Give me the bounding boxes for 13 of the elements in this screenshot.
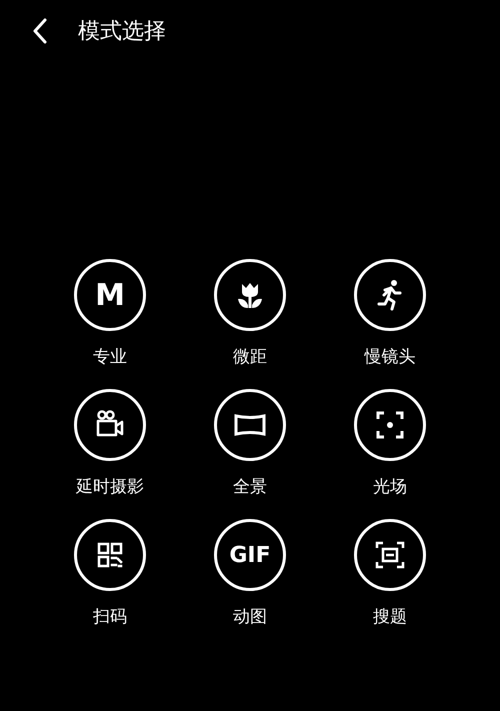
mode-label: 扫码 (93, 606, 127, 628)
back-icon[interactable] (32, 18, 48, 44)
mode-label: 动图 (233, 606, 267, 628)
mode-label: 搜题 (373, 606, 407, 628)
mode-label: 光场 (373, 476, 407, 498)
mode-label: 全景 (233, 476, 267, 498)
mode-label: 专业 (93, 346, 127, 368)
mode-button[interactable]: GIF (214, 519, 286, 591)
mode-label: 微距 (233, 346, 267, 368)
mode-button[interactable]: M (74, 259, 146, 331)
mode-label: 慢镜头 (364, 346, 416, 368)
page-title: 模式选择 (78, 18, 166, 46)
mode-label: 延时摄影 (76, 476, 144, 498)
